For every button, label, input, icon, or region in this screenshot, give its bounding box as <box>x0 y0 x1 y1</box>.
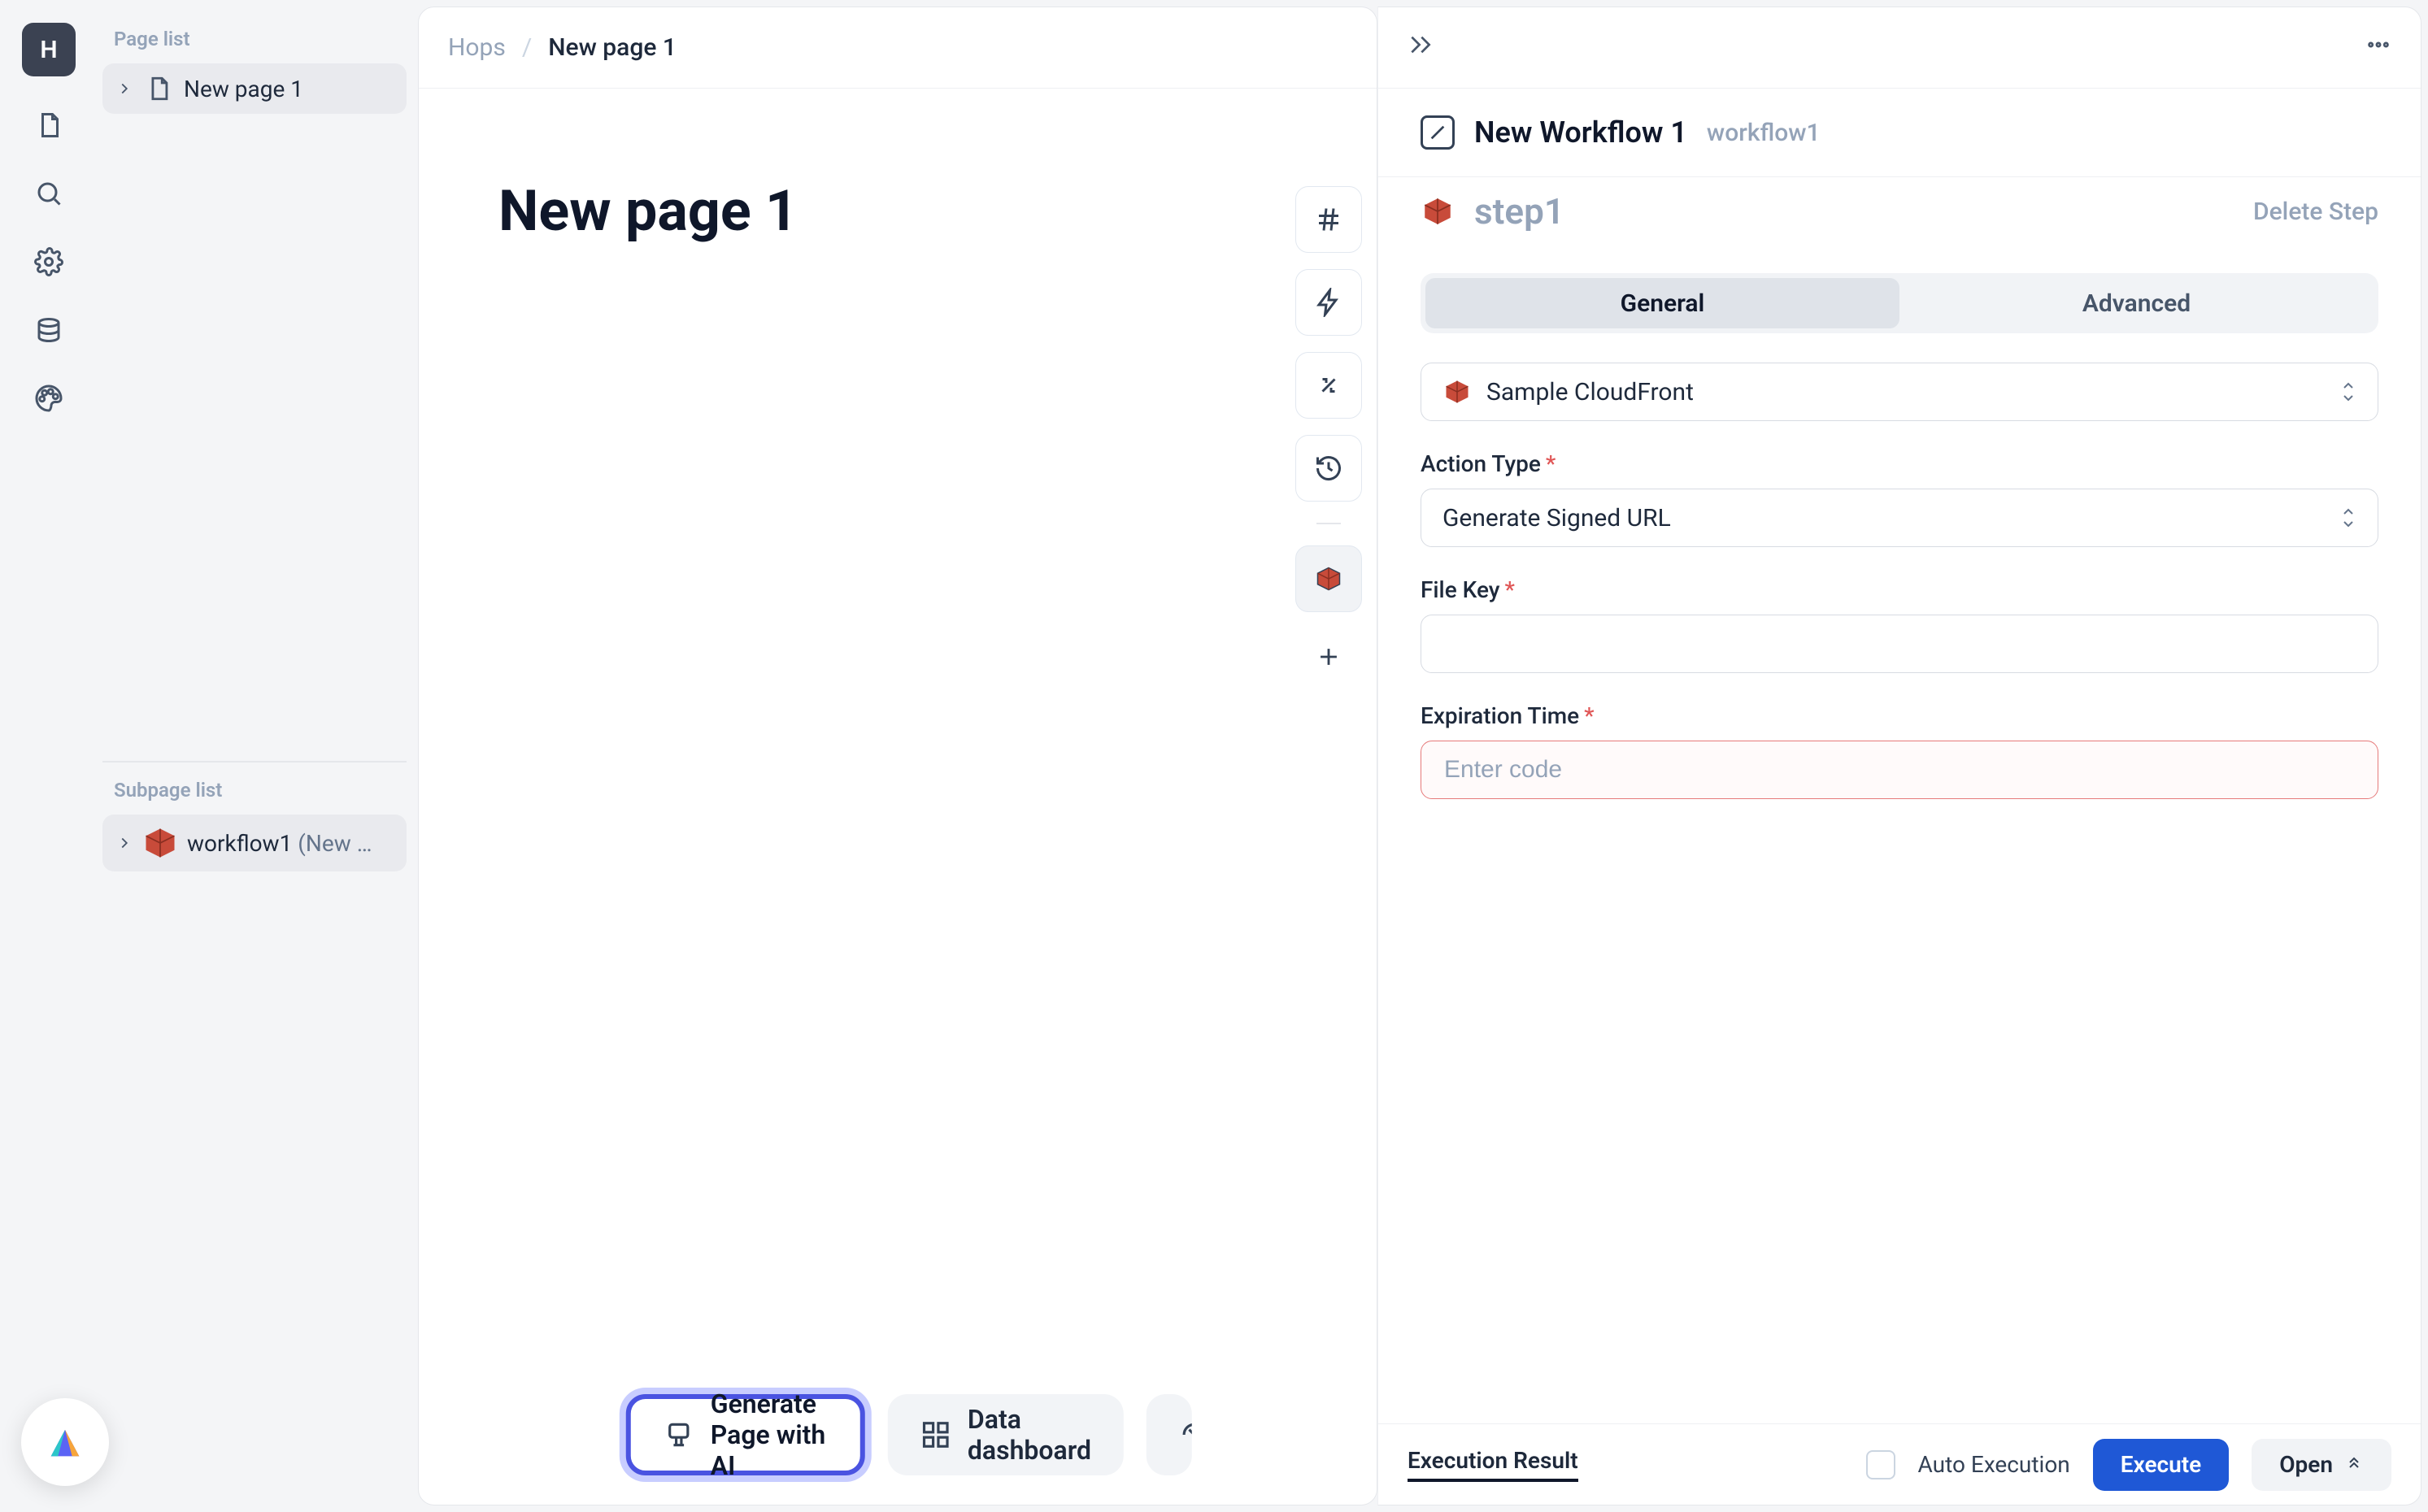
cloudfront-icon <box>143 826 177 860</box>
connector-select[interactable]: Sample CloudFront <box>1421 363 2378 421</box>
connector-value: Sample CloudFront <box>1486 378 1694 406</box>
tab-advanced[interactable]: Advanced <box>1899 278 2374 328</box>
subpage-item[interactable]: workflow1 (New … <box>102 815 407 871</box>
page-item[interactable]: New page 1 <box>102 63 407 114</box>
data-icon[interactable] <box>29 311 68 350</box>
history-tool[interactable] <box>1295 435 1362 502</box>
file-key-label: File Key* <box>1421 576 2378 603</box>
breadcrumb: Hops / New page 1 <box>419 7 1377 89</box>
page-list-heading: Page list <box>114 28 407 50</box>
cloudfront-icon <box>1314 564 1343 593</box>
workflow-name[interactable]: New Workflow 1 <box>1474 115 1687 150</box>
breadcrumb-current[interactable]: New page 1 <box>548 33 677 62</box>
swap-tool[interactable] <box>1295 352 1362 419</box>
open-button[interactable]: Open <box>2252 1439 2391 1491</box>
canvas-float-actions: Generate Page with AI Data dashboard <box>626 1394 1192 1475</box>
step-tabs: General Advanced <box>1421 273 2378 333</box>
generate-with-ai-label: Generate Page with AI <box>711 1388 828 1481</box>
chevron-right-icon <box>115 834 133 852</box>
execution-result-tab[interactable]: Execution Result <box>1408 1447 1578 1482</box>
add-step-button[interactable] <box>1295 628 1362 685</box>
collapse-panel-button[interactable] <box>1408 32 1434 63</box>
expiration-input[interactable] <box>1421 741 2378 799</box>
settings-icon[interactable] <box>29 242 68 281</box>
theme-icon[interactable] <box>29 379 68 418</box>
generate-with-ai-button[interactable]: Generate Page with AI <box>626 1394 865 1475</box>
auto-execution-checkbox[interactable] <box>1866 1450 1895 1479</box>
expiration-label: Expiration Time* <box>1421 702 2378 729</box>
divider <box>1316 523 1341 524</box>
ai-icon <box>664 1419 694 1450</box>
action-type-select[interactable]: Generate Signed URL <box>1421 489 2378 547</box>
step-name[interactable]: step1 <box>1474 190 1564 232</box>
document-icon <box>145 75 172 102</box>
canvas-tools <box>1295 186 1362 685</box>
action-type-label: Action Type* <box>1421 450 2378 477</box>
expiration-field[interactable] <box>1442 755 2356 784</box>
breadcrumb-root[interactable]: Hops <box>448 33 506 62</box>
execution-footer: Execution Result Auto Execution Execute … <box>1378 1423 2421 1505</box>
open-button-label: Open <box>2279 1451 2333 1478</box>
page-title[interactable]: New page 1 <box>498 178 1297 245</box>
subpage-list-heading: Subpage list <box>114 779 407 802</box>
main-area: Hops / New page 1 New page 1 <box>418 7 2421 1505</box>
workflow-title-row: New Workflow 1 workflow1 <box>1378 89 2421 176</box>
cloudfront-icon <box>1442 377 1472 406</box>
data-dashboard-label: Data dashboard <box>968 1404 1091 1466</box>
breadcrumb-sep: / <box>522 33 532 62</box>
page-list-panel: Page list New page 1 Subpage list workfl… <box>91 7 418 1505</box>
data-dashboard-button[interactable]: Data dashboard <box>888 1394 1124 1475</box>
hops-logo-icon <box>44 1421 86 1463</box>
dashboard-icon <box>920 1419 951 1450</box>
bolt-tool[interactable] <box>1295 269 1362 336</box>
delete-step-button[interactable]: Delete Step <box>2253 198 2378 226</box>
left-rail: H <box>7 7 91 1505</box>
search-icon[interactable] <box>29 174 68 213</box>
step-tool-active[interactable] <box>1295 545 1362 612</box>
subpage-item-label: workflow1 (New … <box>187 830 372 857</box>
chevron-right-icon <box>115 80 133 98</box>
auto-execution-label: Auto Execution <box>1918 1451 2070 1478</box>
workflow-slug: workflow1 <box>1707 119 1821 147</box>
divider <box>102 761 407 763</box>
canvas: Hops / New page 1 New page 1 <box>418 7 1377 1505</box>
page-item-label: New page 1 <box>184 76 303 102</box>
workspace-avatar[interactable]: H <box>22 23 76 76</box>
pages-icon[interactable] <box>29 106 68 145</box>
workflow-icon <box>1421 115 1455 150</box>
file-key-field[interactable] <box>1442 629 2356 658</box>
cloudfront-icon <box>1421 194 1455 228</box>
chevrons-up-icon <box>2344 1455 2364 1475</box>
action-type-value: Generate Signed URL <box>1442 504 1671 532</box>
more-menu-button[interactable] <box>2365 32 2391 63</box>
more-template-button[interactable] <box>1147 1394 1192 1475</box>
help-launcher[interactable] <box>21 1398 109 1486</box>
gauge-icon <box>1179 1419 1192 1450</box>
execute-button[interactable]: Execute <box>2093 1439 2229 1491</box>
hash-tool[interactable] <box>1295 186 1362 253</box>
tab-general[interactable]: General <box>1425 278 1899 328</box>
updown-icon <box>2339 379 2358 405</box>
file-key-input[interactable] <box>1421 615 2378 673</box>
updown-icon <box>2339 505 2358 531</box>
inspector-panel: New Workflow 1 workflow1 step1 Delete St… <box>1377 7 2421 1505</box>
